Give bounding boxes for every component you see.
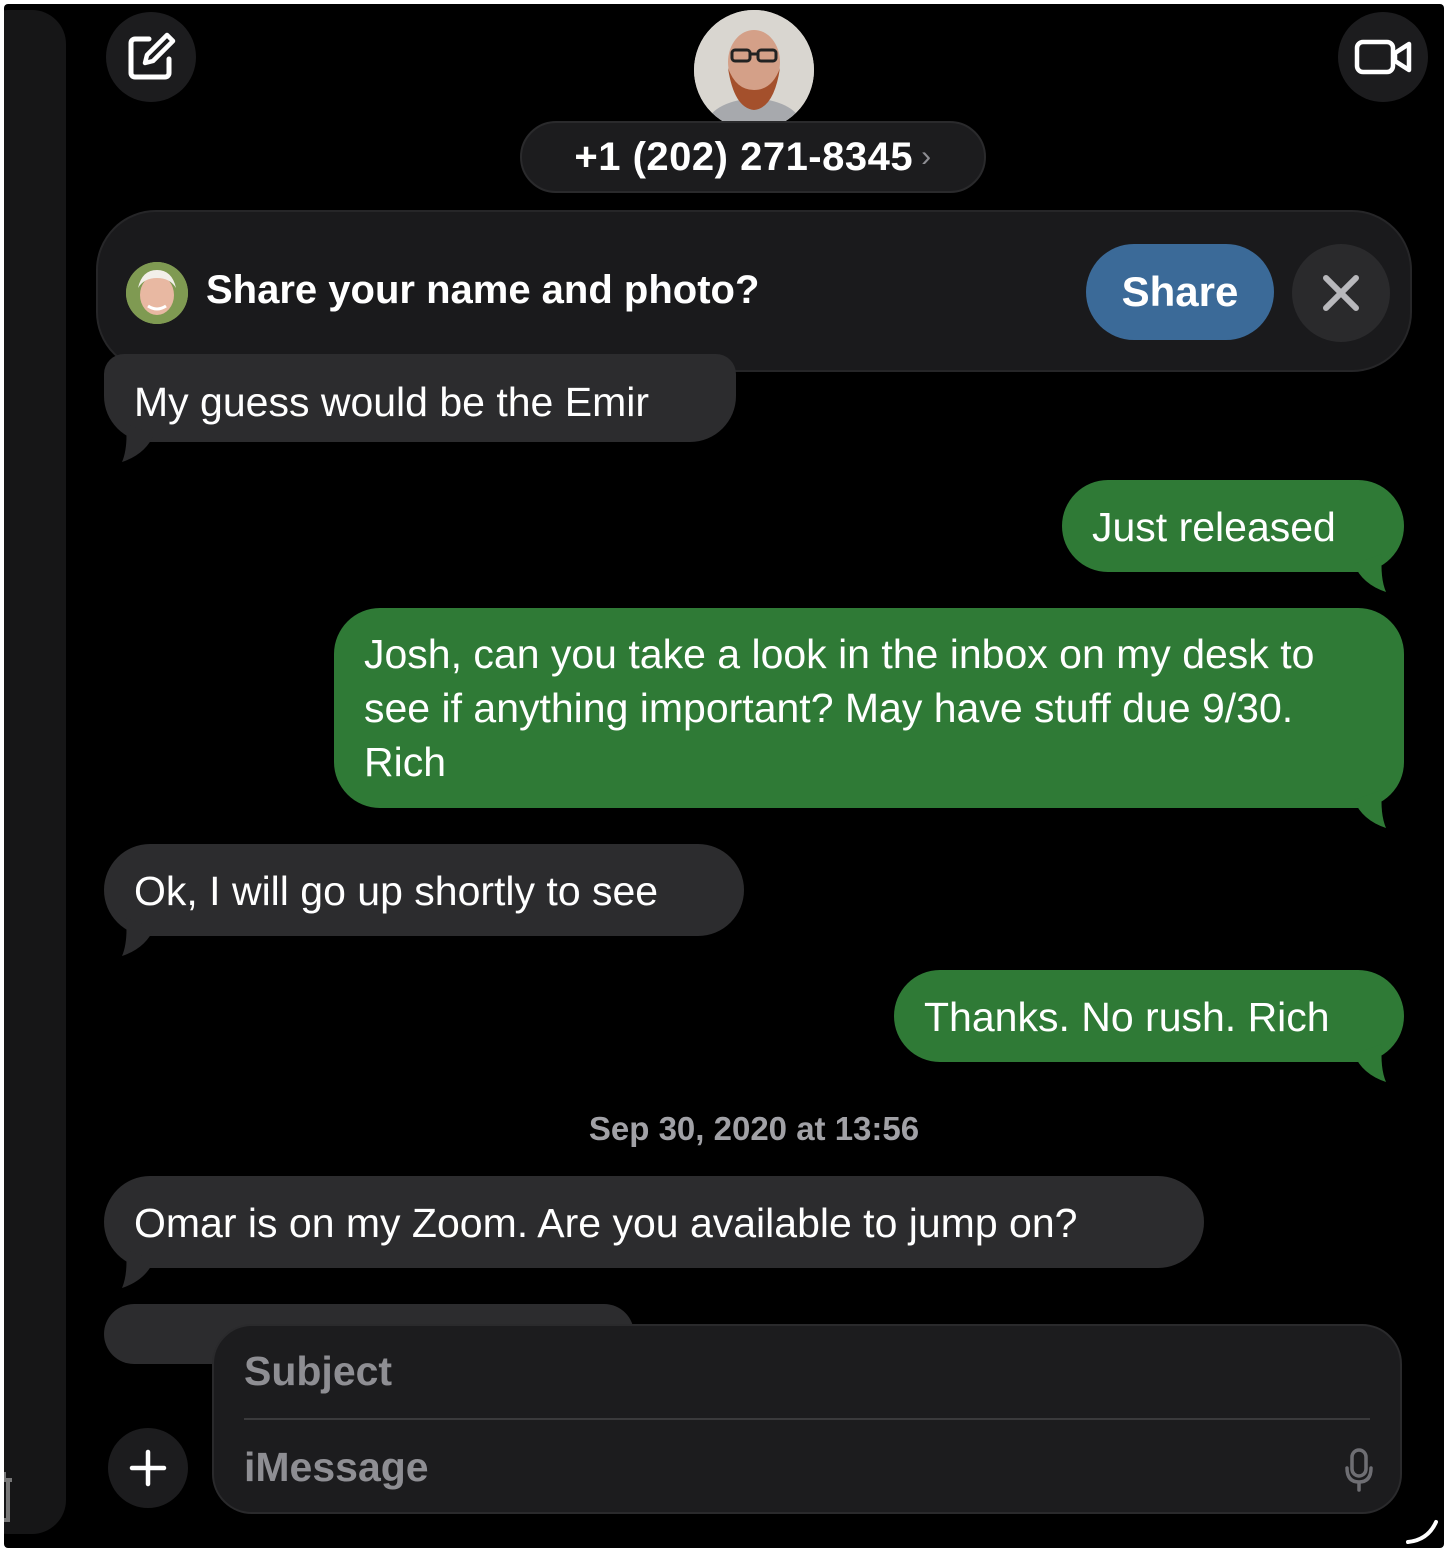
checkmark-icon[interactable] [4,36,8,80]
sidebar [4,10,66,1534]
share-prompt: Share your name and photo? [206,268,760,312]
bubble-tail [1354,790,1386,828]
video-camera-icon [1354,39,1412,75]
message-bubble-outgoing[interactable]: Just released [1062,480,1404,592]
message-field[interactable]: iMessage [244,1444,429,1491]
close-icon [1323,275,1359,311]
message-bubble-outgoing[interactable]: Thanks. No rush. Rich [894,970,1404,1082]
message-text: Josh, can you take a look in the inbox o… [364,631,1315,785]
message-text: Thanks. No rush. Rich [924,994,1330,1040]
my-photo [126,262,188,324]
contact-number: +1 (202) 271-8345 [574,134,914,179]
plus-icon [129,1449,167,1487]
bubble-tail [1354,554,1386,592]
composer-divider [244,1418,1370,1420]
share-name-photo-banner: Share your name and photo? Share [96,210,1412,372]
bubble-tail [1354,1044,1386,1082]
subject-field[interactable]: Subject [244,1348,392,1395]
contact-header-button[interactable]: +1 (202) 271-8345 › [520,121,986,193]
message-bubble-incoming[interactable]: Omar is on my Zoom. Are you available to… [104,1176,1204,1288]
microphone-icon[interactable] [1344,1448,1374,1492]
compose-button[interactable] [106,12,196,102]
message-text: Just released [1092,504,1336,550]
compose-icon [128,32,176,80]
messages-screen: +1 (202) 271-8345 › Share your name and … [4,4,1444,1548]
contact-photo [694,10,814,130]
my-avatar [126,262,188,324]
message-timestamp: Sep 30, 2020 at 13:56 [588,1110,920,1147]
message-bubble-outgoing[interactable]: Josh, can you take a look in the inbox o… [334,608,1404,828]
trash-icon[interactable] [4,1468,14,1528]
message-bubble-incoming[interactable]: Ok, I will go up shortly to see [104,844,744,956]
share-button[interactable]: Share [1086,244,1274,340]
message-text: Omar is on my Zoom. Are you available to… [134,1200,1078,1246]
add-attachment-button[interactable] [108,1428,188,1508]
dismiss-button[interactable] [1292,244,1390,342]
resize-handle-icon[interactable] [1406,1518,1440,1546]
bubble-tail [122,1250,154,1288]
message-bubble-incoming[interactable]: My guess would be the Emir [104,354,736,462]
message-text: Ok, I will go up shortly to see [134,868,659,914]
contact-avatar[interactable] [694,10,814,130]
video-call-button[interactable] [1338,12,1428,102]
message-text: My guess would be the Emir [134,379,650,425]
message-composer: Subject iMessage [212,1324,1402,1514]
chevron-right-icon: › [921,140,932,173]
bubble-tail [122,424,154,462]
bubble-tail [122,918,154,956]
